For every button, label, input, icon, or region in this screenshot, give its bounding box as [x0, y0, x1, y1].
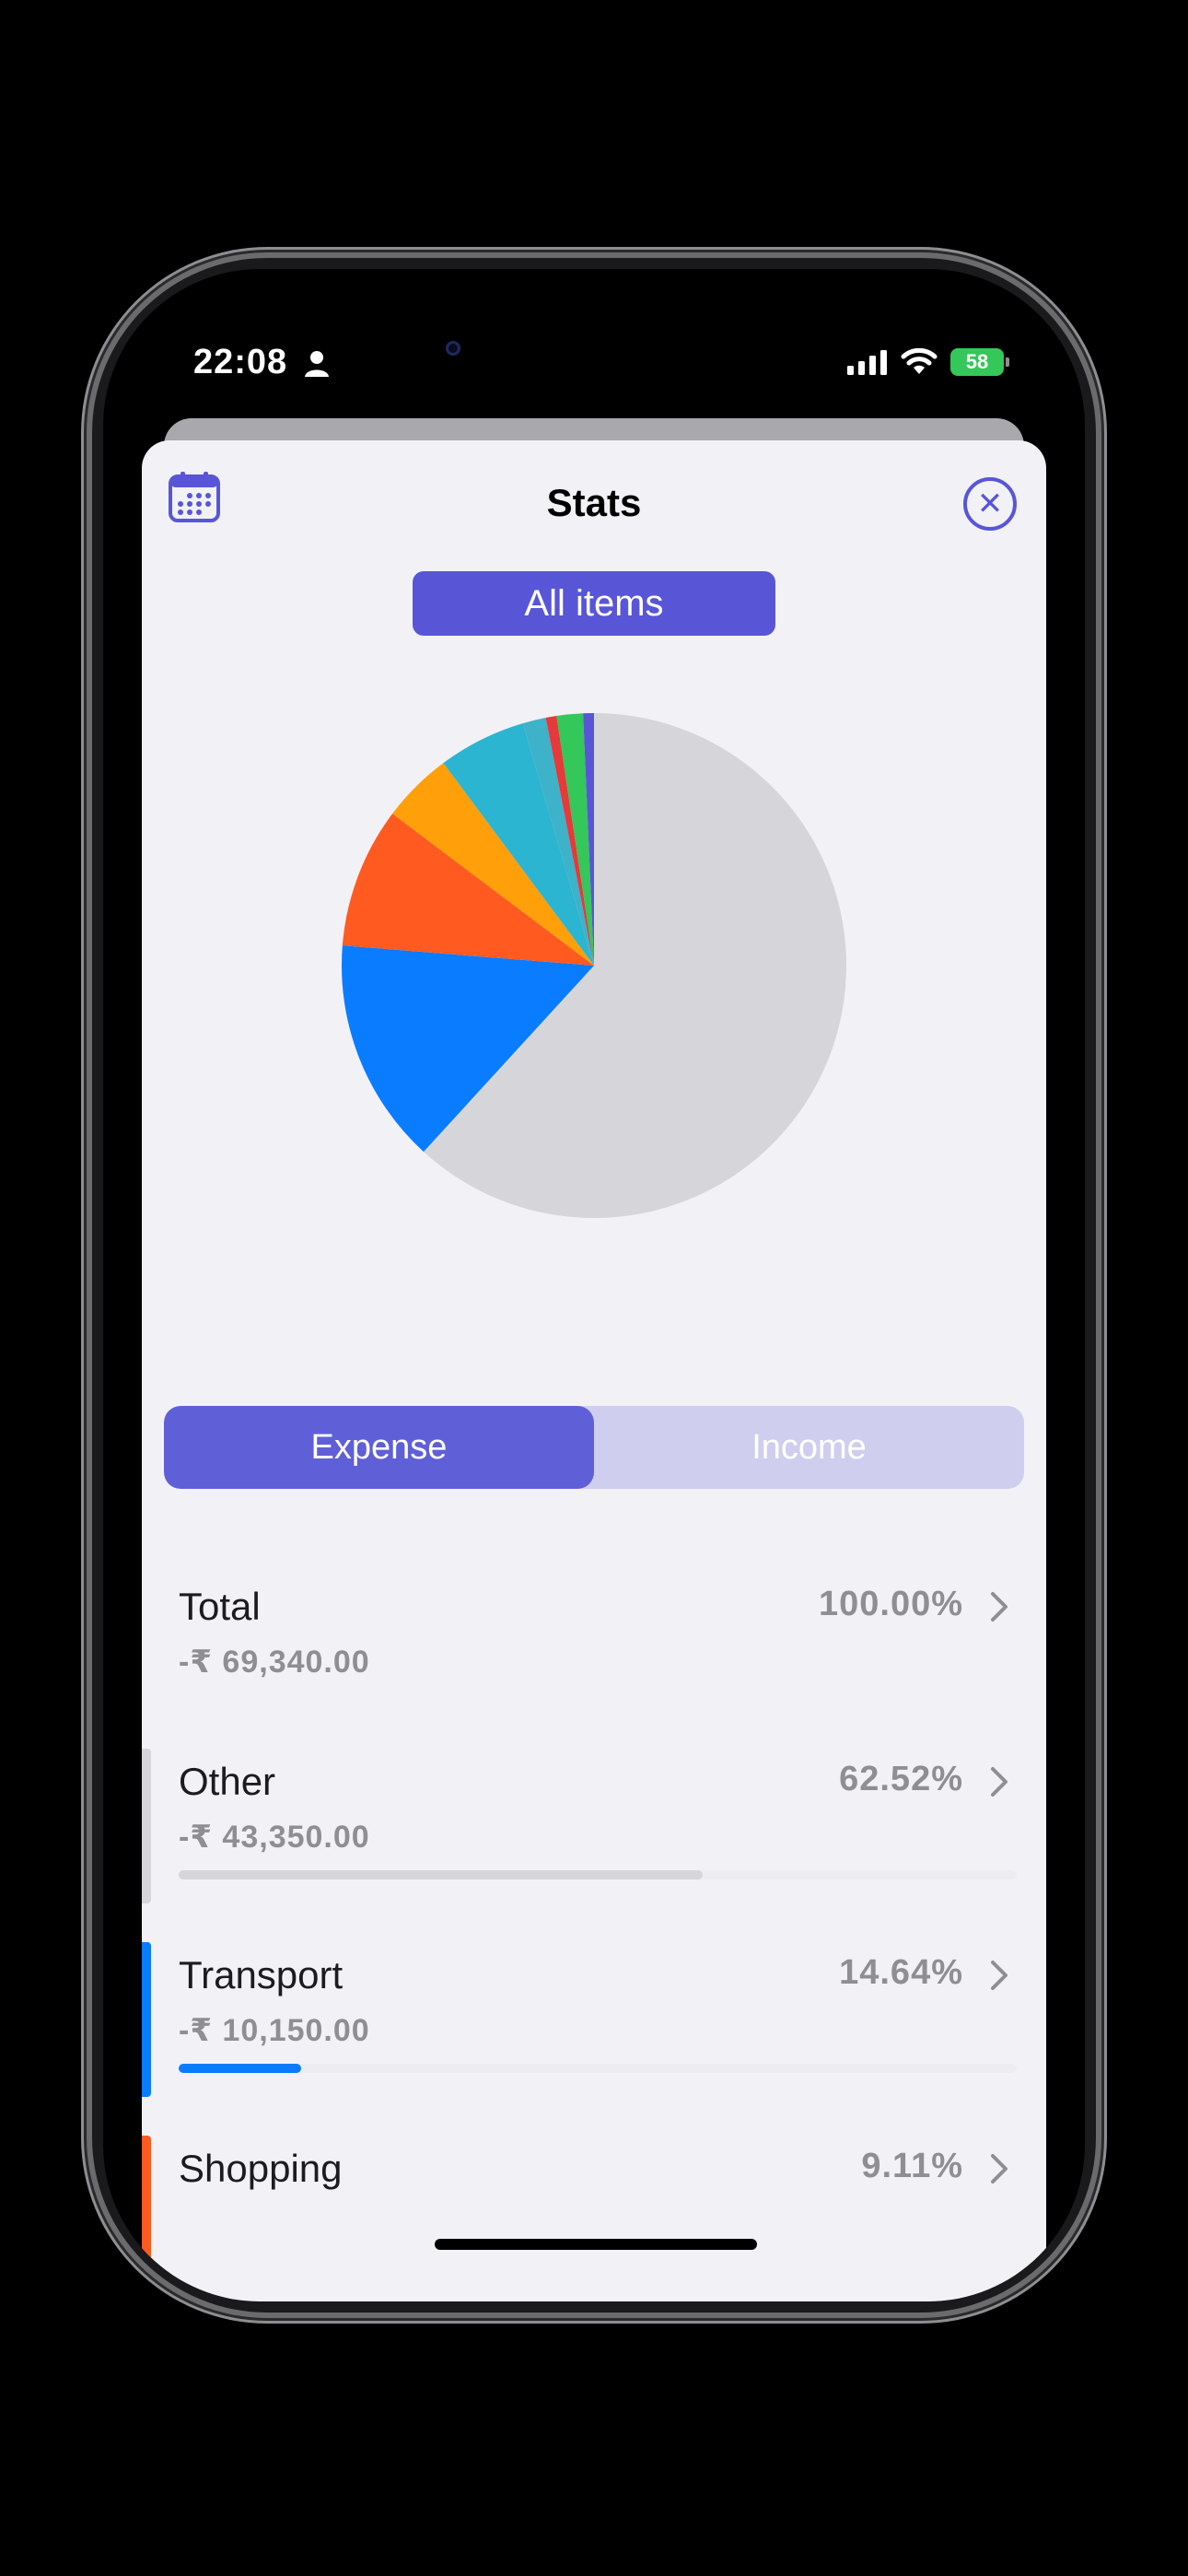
category-progress-track: [179, 2064, 1017, 2073]
pie-chart-svg: [342, 713, 846, 1218]
category-progress-fill: [179, 1870, 703, 1879]
status-indicators: 58: [847, 348, 1009, 376]
category-name: Total: [179, 1585, 261, 1628]
category-name: Transport: [179, 1953, 344, 1996]
category-name: Other: [179, 1760, 276, 1803]
category-amount: -₹ 10,150.00: [179, 2013, 370, 2048]
category-row-other[interactable]: Other -₹ 43,350.00 62.52%: [142, 1749, 1046, 1914]
tab-income[interactable]: Income: [594, 1406, 1024, 1489]
pie-chart: [142, 652, 1046, 1297]
status-bar: 22:08 58: [103, 269, 1085, 407]
screen: 22:08 58 Stats ✕ All items Expense Incom…: [103, 269, 1085, 2301]
cellular-signal-icon: [847, 350, 887, 375]
battery-level: 58: [965, 350, 989, 373]
page-title: Stats: [546, 481, 642, 524]
tab-expense[interactable]: Expense: [164, 1406, 594, 1489]
chevron-right-icon: [991, 2154, 1007, 2184]
category-amount: -₹ 43,350.00: [179, 1820, 370, 1855]
category-progress-fill: [179, 2064, 302, 2073]
category-color-bar: [142, 1942, 151, 2097]
chevron-right-icon: [991, 1767, 1007, 1797]
category-row-transport[interactable]: Transport -₹ 10,150.00 14.64%: [142, 1942, 1046, 2108]
category-color-bar: [142, 2136, 151, 2290]
chevron-right-icon: [991, 1961, 1007, 1990]
category-progress-track: [179, 1870, 1017, 1879]
chevron-right-icon: [991, 1592, 1007, 1622]
battery-icon: 58: [950, 348, 1009, 376]
wifi-icon: [901, 348, 938, 374]
category-percent: 14.64%: [839, 1953, 963, 1992]
category-row-shopping[interactable]: Shopping 9.11%: [142, 2136, 1046, 2301]
status-time: 22:08: [193, 343, 288, 381]
category-color-bar: [142, 1749, 151, 1903]
stats-sheet: Stats ✕ All items Expense Income Total -₹…: [142, 440, 1046, 2301]
filter-button[interactable]: All items: [413, 571, 775, 636]
close-icon: ✕: [976, 486, 1004, 521]
category-row-total[interactable]: Total -₹ 69,340.00 100.00%: [142, 1574, 1046, 1739]
category-amount: -₹ 69,340.00: [179, 1645, 370, 1680]
category-percent: 62.52%: [839, 1760, 963, 1798]
category-percent: 100.00%: [818, 1585, 963, 1623]
front-camera-icon: [446, 341, 460, 356]
home-indicator: [435, 2239, 757, 2250]
person-icon: [305, 351, 329, 377]
type-segmented-control: Expense Income: [164, 1406, 1024, 1489]
category-name: Shopping: [179, 2147, 343, 2190]
category-percent: 9.11%: [861, 2147, 963, 2185]
close-button[interactable]: ✕: [963, 477, 1017, 531]
